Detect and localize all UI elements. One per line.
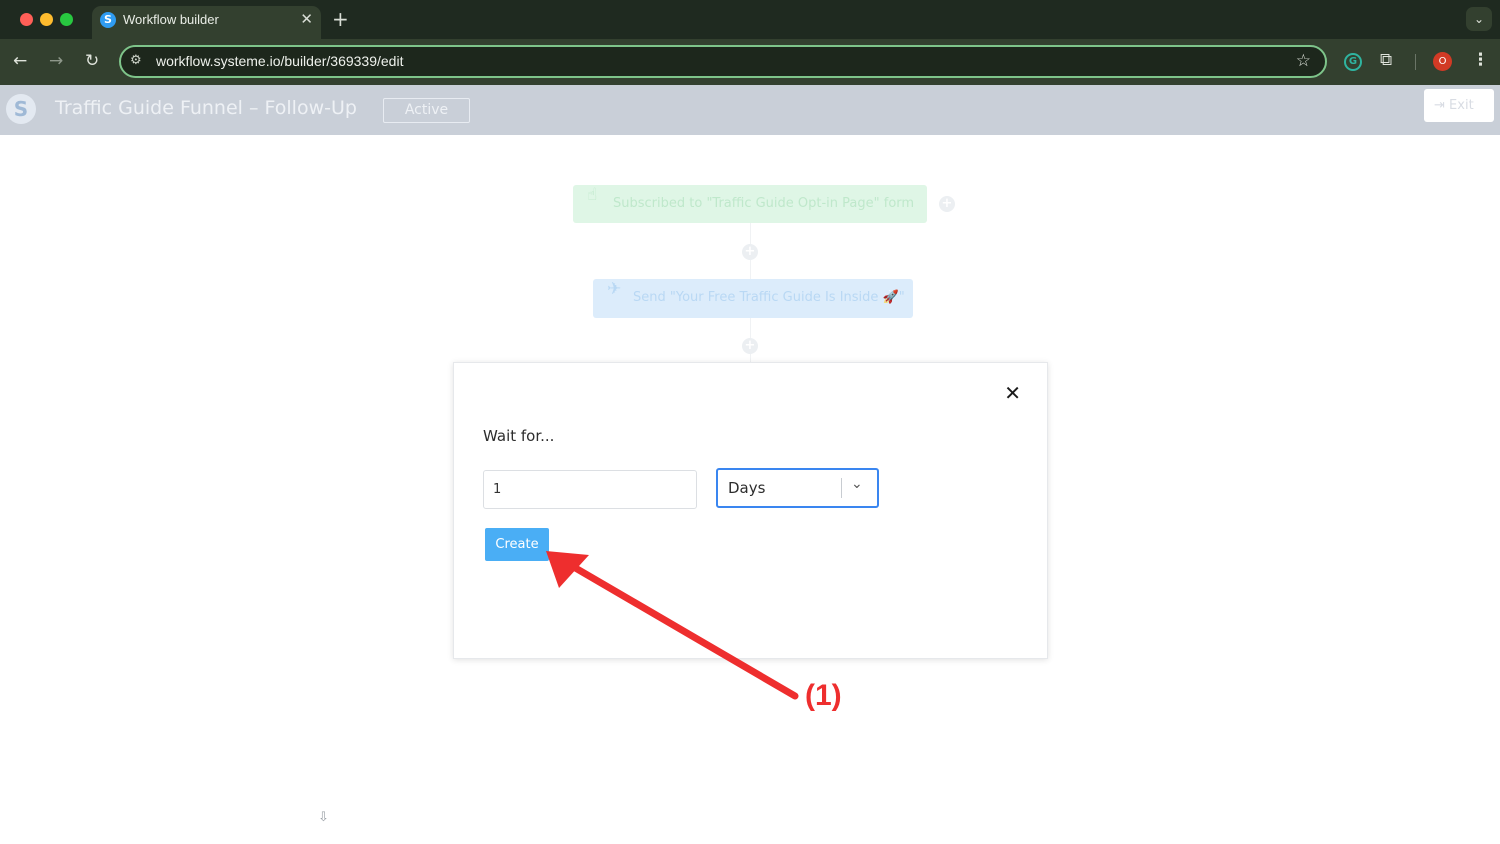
annotation-label: (1) xyxy=(805,679,842,712)
scroll-down-icon[interactable]: ⇩ xyxy=(318,810,329,825)
annotation-arrow xyxy=(546,551,799,700)
annotation-arrow-shaft xyxy=(568,562,799,700)
